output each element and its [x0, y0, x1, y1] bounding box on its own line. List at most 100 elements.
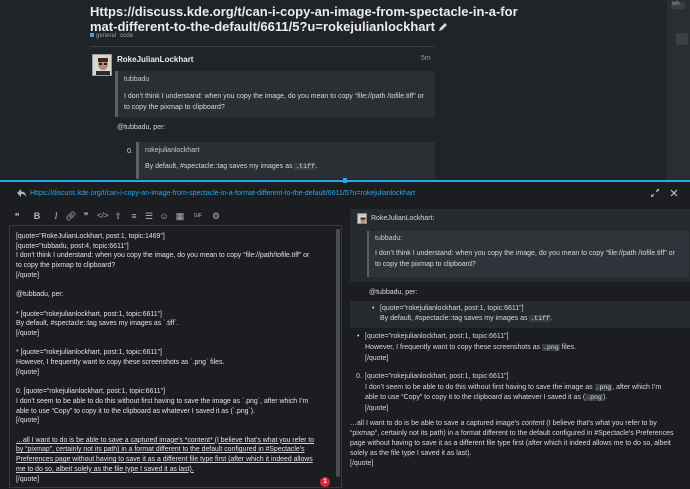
code-icon[interactable]: </> [97, 211, 109, 221]
editor-line[interactable] [16, 300, 334, 310]
text-part: …all I want to do is be able to save a c… [350, 420, 522, 427]
text-part: However, I frequently want to copy these… [365, 344, 543, 351]
inline-code: .png [594, 384, 613, 391]
editor-line[interactable] [16, 426, 334, 436]
quote-text-part: . [315, 163, 318, 170]
editor-line[interactable]: [/quote] [16, 475, 334, 485]
preview-bullet2-end: [/quote] [365, 355, 389, 362]
editor-line[interactable]: [/quote] [16, 271, 334, 281]
editor-line[interactable]: @tubbadu, per: [16, 290, 334, 300]
editor-line[interactable] [16, 378, 334, 388]
editor-line[interactable]: * [quote="rokejulianlockhart, post:1, to… [16, 348, 334, 358]
preview-numbered-text2: able to use “Copy” to copy it to the cli… [365, 393, 607, 403]
divider [90, 46, 435, 47]
text-part: files. [559, 344, 576, 351]
post-quote-rokejulianlockhart: rokejulianlockhart By default, #spectacl… [136, 142, 435, 179]
text-part: able to use “Copy” to copy it to the cli… [365, 394, 586, 401]
quote-text: By default, #spectacle::tag saves my ima… [145, 161, 450, 172]
editor-line[interactable]: * [quote="rokejulianlockhart, post:1, to… [16, 310, 334, 320]
bullet: • [357, 333, 360, 340]
editor-line[interactable]: 0. [quote="rokejulianlockhart, post:1, t… [16, 387, 334, 397]
close-icon[interactable] [670, 189, 678, 197]
post-username[interactable]: RokeJulianLockhart [117, 55, 193, 64]
preview-paragraph: …all I want to do is be able to save a c… [350, 419, 684, 469]
editor-toolbar: ❝ B I 🔗︎ ❞ </> ⇧ ≡ ☰ ☺ ▦ GIF ⚙ [9, 208, 341, 224]
avatar[interactable] [92, 54, 112, 76]
sidebar-label: wh [672, 1, 680, 7]
quote-text-part: By default, #spectacle::tag saves my ima… [145, 163, 295, 170]
avatar-image [93, 55, 111, 75]
editor-line[interactable]: able to use “Copy” to copy it to the cli… [16, 407, 334, 417]
inline-code: .png [585, 394, 603, 401]
editor-line[interactable]: to copy the pixmap to clipboard? [16, 261, 334, 271]
editor-line[interactable]: I don’t seem to be able to do this witho… [16, 397, 334, 407]
editor-line[interactable]: By default, #spectacle::tag saves my ima… [16, 319, 334, 329]
preview-quote-author: tubbadu: [375, 235, 403, 242]
composer-header: Https://discuss.kde.org/t/can-i-copy-an-… [0, 182, 690, 204]
inline-code: .tiff [529, 315, 551, 322]
editor-line[interactable]: me to do so, albeit solely as the file t… [16, 465, 334, 475]
editor-line[interactable]: by “pixmap”, certainly not its path) in … [16, 445, 334, 455]
topic-title-text[interactable]: Https://discuss.kde.org/t/can-i-copy-an-… [90, 4, 518, 34]
editor-scrollbar[interactable] [336, 227, 340, 485]
editor-line[interactable]: [quote="RokeJulianLockhart, post:1, topi… [16, 232, 334, 242]
quote-author[interactable]: rokejulianlockhart [145, 147, 199, 154]
editor-line[interactable]: I don’t think I understand: when you cop… [16, 251, 334, 261]
numbered-list-icon[interactable]: ☰ [144, 211, 154, 221]
date-icon[interactable]: ▦ [175, 211, 185, 221]
editor-line[interactable]: [/quote] [16, 416, 334, 426]
preview-numbered-head: [quote="rokejulianlockhart, post:1, topi… [365, 373, 509, 380]
bold-icon[interactable]: B [32, 211, 42, 221]
app-root: Https://discuss.kde.org/t/can-i-copy-an-… [0, 0, 690, 489]
gif-icon[interactable]: GIF [193, 211, 203, 221]
editor-line[interactable]: Preferences page without having to save … [16, 455, 334, 465]
scrollbar-thumb[interactable] [336, 229, 340, 477]
inline-code: .png [542, 344, 560, 351]
tag-link[interactable]: code [120, 33, 133, 39]
image-upload-icon[interactable]: ⇧ [113, 211, 123, 221]
quote-author[interactable]: tubbadu [124, 76, 149, 83]
editor-line[interactable] [16, 281, 334, 291]
editor-line[interactable]: However, I frequently want to copy these… [16, 358, 334, 368]
list-number: 0. [127, 148, 133, 155]
emoji-icon[interactable]: ☺ [159, 211, 169, 221]
blockquote-icon[interactable]: ❞ [81, 211, 91, 221]
italic-icon[interactable]: I [51, 211, 61, 221]
bullet-list-icon[interactable]: ≡ [129, 211, 139, 221]
reply-icon[interactable] [17, 189, 26, 197]
topic-title[interactable]: Https://discuss.kde.org/t/can-i-copy-an-… [90, 4, 520, 34]
text-part: ). [602, 394, 608, 401]
emphasis: content [521, 420, 545, 427]
post-timestamp[interactable]: 5m [421, 55, 431, 62]
inline-code: .tiff [294, 163, 316, 170]
category-tags: general code [90, 33, 133, 39]
preview-mention-line: @tubbadu, per: [369, 289, 418, 296]
preview-quote-continued: • [quote="rokejulianlockhart, post:1, to… [350, 301, 690, 328]
bullet: • [372, 305, 375, 312]
quote-icon[interactable]: ❝ [12, 211, 22, 221]
post-mention-line: @tubbadu, per: [117, 124, 166, 131]
preview-list-number: 0. [356, 373, 362, 380]
timeline-handle[interactable] [676, 33, 688, 45]
composer-preview: RokeJulianLockhart: tubbadu: I don’t thi… [343, 209, 690, 489]
reply-composer: Https://discuss.kde.org/t/can-i-copy-an-… [0, 178, 690, 489]
post-quote-tubbadu: tubbadu I don’t think I understand: when… [115, 71, 435, 117]
category-link[interactable]: general [96, 33, 116, 39]
editor-line[interactable]: [quote="tubbadu, post:4, topic:6611"] [16, 242, 334, 252]
editor-line[interactable]: …all I want to do is be able to save a c… [16, 436, 334, 446]
gear-icon[interactable]: ⚙ [211, 211, 221, 221]
fullscreen-icon[interactable] [651, 189, 659, 197]
editor-content[interactable]: [quote="RokeJulianLockhart, post:1, topi… [16, 232, 334, 484]
text-part: , after which I’m [612, 384, 662, 391]
editor-line[interactable] [16, 339, 334, 349]
reply-target-link[interactable]: Https://discuss.kde.org/t/can-i-copy-an-… [30, 190, 415, 197]
text-part: By default, #spectacle::tag saves my ima… [380, 315, 530, 322]
preview-bullet2-text: However, I frequently want to copy these… [365, 343, 576, 353]
edit-pencil-icon[interactable] [438, 22, 448, 32]
preview-numbered-end: [/quote] [365, 405, 389, 412]
link-icon[interactable]: 🔗︎ [65, 211, 76, 221]
composer-textarea[interactable]: [quote="RokeJulianLockhart, post:1, topi… [9, 225, 342, 488]
editor-line[interactable]: [/quote] [16, 368, 334, 378]
editor-line[interactable]: [/quote] [16, 329, 334, 339]
notification-badge[interactable]: 1 [320, 477, 330, 487]
